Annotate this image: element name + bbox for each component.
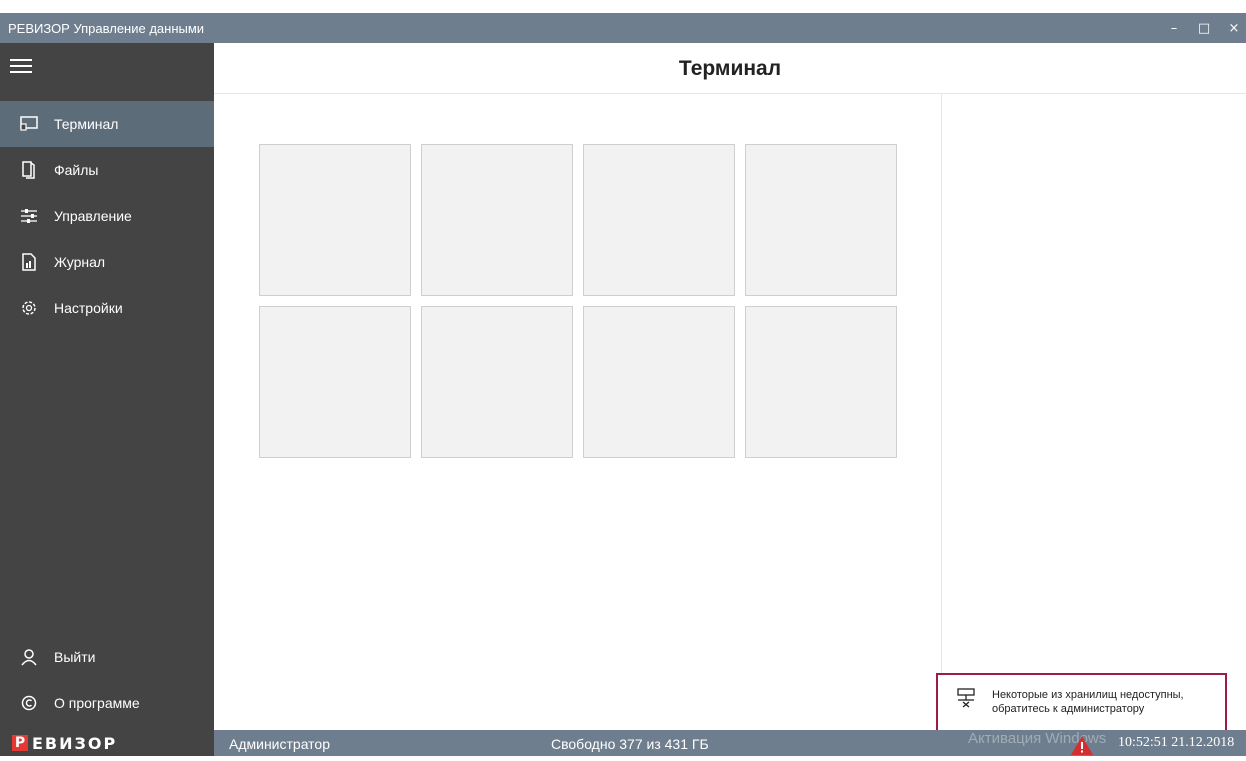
journal-icon	[20, 253, 38, 271]
sidebar-item-management[interactable]: Управление	[0, 193, 214, 239]
status-bar: Р ЕВИЗОР Администратор Свободно 377 из 4…	[0, 730, 1246, 756]
notification-text: Некоторые из хранилищ недоступны, обрати…	[992, 688, 1222, 716]
right-pane	[941, 94, 1246, 730]
notification-line: обратитесь к администратору	[992, 703, 1145, 715]
sidebar-item-label: Файлы	[54, 162, 99, 178]
files-icon	[20, 161, 38, 179]
user-icon	[20, 648, 38, 666]
hamburger-menu-icon[interactable]	[10, 55, 32, 75]
logo-text: ЕВИЗОР	[32, 733, 118, 753]
gear-icon	[20, 299, 38, 317]
sidebar-item-logout[interactable]: Выйти	[0, 634, 214, 680]
sidebar-item-about[interactable]: О программе	[0, 680, 214, 726]
notification-line: Некоторые из хранилищ недоступны,	[992, 689, 1184, 701]
screen-margin	[0, 0, 1246, 13]
warning-icon[interactable]	[1070, 735, 1094, 756]
sidebar-nav: Терминал Файлы Управление Журнал Настрой…	[0, 101, 214, 331]
sliders-icon	[20, 207, 38, 225]
sidebar-item-terminal[interactable]: Терминал	[0, 101, 214, 147]
sidebar-item-label: О программе	[54, 695, 140, 711]
sidebar-item-label: Выйти	[54, 649, 96, 665]
sidebar-item-journal[interactable]: Журнал	[0, 239, 214, 285]
terminal-icon	[20, 115, 38, 133]
terminal-tile[interactable]	[583, 306, 735, 458]
terminal-tile[interactable]	[259, 306, 411, 458]
title-bar: РЕВИЗОР Управление данными – □ ×	[0, 13, 1246, 43]
sidebar-item-label: Терминал	[54, 116, 119, 132]
sidebar: Терминал Файлы Управление Журнал Настрой…	[0, 43, 214, 730]
terminal-tile[interactable]	[745, 306, 897, 458]
copyright-icon	[20, 694, 38, 712]
free-space: Свободно 377 из 431 ГБ	[551, 736, 709, 752]
sidebar-bottom-nav: Выйти О программе	[0, 634, 214, 726]
app-logo: Р ЕВИЗОР	[0, 730, 214, 756]
terminal-tile[interactable]	[583, 144, 735, 296]
logo-badge: Р	[12, 735, 28, 751]
window-controls: – □ ×	[1166, 13, 1242, 43]
close-button[interactable]: ×	[1226, 21, 1242, 36]
sidebar-item-files[interactable]: Файлы	[0, 147, 214, 193]
maximize-button[interactable]: □	[1196, 21, 1212, 36]
current-user: Администратор	[229, 736, 331, 752]
sidebar-item-label: Управление	[54, 208, 132, 224]
clock: 10:52:51 21.12.2018	[1118, 735, 1235, 750]
terminal-tile[interactable]	[259, 144, 411, 296]
sidebar-item-label: Настройки	[54, 300, 123, 316]
terminal-tile[interactable]	[421, 306, 573, 458]
terminal-tile[interactable]	[745, 144, 897, 296]
page-title: Терминал	[678, 57, 782, 80]
minimize-button[interactable]: –	[1166, 21, 1182, 36]
terminal-tile[interactable]	[421, 144, 573, 296]
sidebar-item-settings[interactable]: Настройки	[0, 285, 214, 331]
page-header: Терминал	[214, 43, 1246, 94]
window-title: РЕВИЗОР Управление данными	[8, 20, 205, 36]
storage-offline-icon	[956, 688, 978, 708]
sidebar-item-label: Журнал	[54, 254, 106, 270]
